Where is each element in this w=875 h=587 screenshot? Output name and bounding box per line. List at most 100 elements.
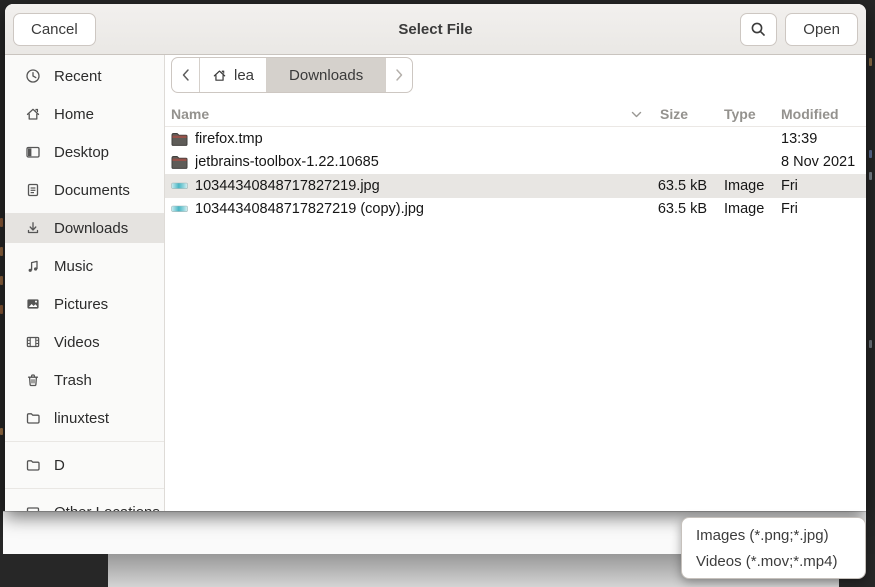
- pathbar-forward-button[interactable]: [386, 58, 412, 92]
- sidebar-item-label: Desktop: [54, 144, 109, 161]
- image-thumbnail-icon: [171, 182, 195, 190]
- sidebar-item-label: Videos: [54, 334, 100, 351]
- folder-icon: [171, 132, 195, 146]
- folder-icon: [25, 410, 41, 426]
- sidebar-item-label: Other Locations: [54, 504, 160, 512]
- file-modified: Fri: [773, 201, 866, 217]
- videos-icon: [25, 334, 41, 350]
- dialog-body: Recent Home Desktop: [5, 55, 866, 511]
- headerbar: Select File Cancel Open: [5, 4, 866, 55]
- chevron-right-icon: [395, 68, 404, 82]
- sidebar-item-label: Recent: [54, 68, 102, 85]
- file-type: Image: [716, 178, 773, 194]
- chevron-left-icon: [181, 68, 190, 82]
- pathbar-row: lea Downloads: [165, 55, 866, 97]
- sidebar-item-desktop[interactable]: Desktop: [5, 137, 164, 167]
- file-size: 63.5 kB: [652, 178, 716, 194]
- headerbar-actions: Open: [740, 13, 858, 46]
- column-header-type[interactable]: Type: [716, 106, 773, 122]
- file-browser-pane: lea Downloads: [165, 55, 866, 511]
- documents-icon: [25, 182, 41, 198]
- sidebar-item-trash[interactable]: Trash: [5, 365, 164, 395]
- file-row-jpg-copy[interactable]: 10344340848717827219 (copy).jpg 63.5 kB …: [165, 198, 866, 222]
- file-type: Image: [716, 201, 773, 217]
- file-size: 63.5 kB: [652, 201, 716, 217]
- trash-icon: [25, 372, 41, 388]
- file-name: 10344340848717827219 (copy).jpg: [195, 201, 652, 217]
- file-name: firefox.tmp: [195, 131, 652, 147]
- sidebar-item-linuxtest[interactable]: linuxtest: [5, 403, 164, 433]
- search-icon: [750, 21, 767, 38]
- list-column-headers: Name Size Type Modified: [165, 102, 866, 127]
- home-icon: [25, 106, 41, 122]
- file-modified: 13:39: [773, 131, 866, 147]
- file-row-firefox-tmp[interactable]: firefox.tmp 13:39: [165, 127, 866, 151]
- file-chooser-dialog: Select File Cancel Open: [5, 4, 866, 511]
- sidebar-item-label: Trash: [54, 372, 92, 389]
- background-fragment: [869, 150, 872, 158]
- sidebar-item-label: Home: [54, 106, 94, 123]
- file-modified: 8 Nov 2021: [773, 154, 866, 170]
- pathbar-segment-downloads[interactable]: Downloads: [267, 58, 386, 92]
- sidebar-separator: [5, 488, 164, 489]
- file-name: jetbrains-toolbox-1.22.10685: [195, 154, 652, 170]
- column-header-size[interactable]: Size: [652, 106, 716, 122]
- background-fragment: [0, 428, 3, 435]
- sidebar-item-label: linuxtest: [54, 410, 109, 427]
- sidebar-item-downloads[interactable]: Downloads: [5, 213, 164, 243]
- other-locations-icon: [25, 504, 41, 511]
- pathbar-segment-home[interactable]: lea: [200, 58, 267, 92]
- pathbar: lea Downloads: [171, 57, 413, 93]
- filter-option-videos[interactable]: Videos (*.mov;*.mp4): [682, 549, 865, 574]
- sort-descending-icon: [631, 111, 642, 118]
- folder-icon: [171, 155, 195, 169]
- recent-icon: [25, 68, 41, 84]
- image-thumbnail-icon: [171, 205, 195, 213]
- pathbar-home-label: lea: [234, 67, 254, 84]
- sidebar-separator: [5, 441, 164, 442]
- sidebar-item-documents[interactable]: Documents: [5, 175, 164, 205]
- file-row-jpg-selected[interactable]: 10344340848717827219.jpg 63.5 kB Image F…: [165, 174, 866, 198]
- pathbar-current-label: Downloads: [289, 67, 363, 84]
- column-header-modified[interactable]: Modified: [773, 106, 866, 122]
- desktop-icon: [25, 144, 41, 160]
- pathbar-back-button[interactable]: [172, 58, 200, 92]
- sidebar-item-label: Music: [54, 258, 93, 275]
- file-name: 10344340848717827219.jpg: [195, 178, 652, 194]
- downloads-icon: [25, 220, 41, 236]
- home-icon: [212, 68, 227, 83]
- sidebar-item-d[interactable]: D: [5, 450, 164, 480]
- background-fragment: [869, 172, 872, 180]
- filter-option-images[interactable]: Images (*.png;*.jpg): [682, 523, 865, 548]
- sidebar-item-pictures[interactable]: Pictures: [5, 289, 164, 319]
- pictures-icon: [25, 296, 41, 312]
- open-button[interactable]: Open: [785, 13, 858, 46]
- music-icon: [25, 258, 41, 274]
- background-fragment: [869, 58, 872, 66]
- sidebar-item-music[interactable]: Music: [5, 251, 164, 281]
- column-header-name[interactable]: Name: [171, 106, 652, 122]
- background-fragment: [0, 247, 3, 256]
- sidebar-item-label: Downloads: [54, 220, 128, 237]
- file-filter-menu: Images (*.png;*.jpg) Videos (*.mov;*.mp4…: [681, 517, 866, 579]
- search-button[interactable]: [740, 13, 777, 46]
- background-fragment: [869, 340, 872, 348]
- cancel-button[interactable]: Cancel: [13, 13, 96, 46]
- folder-icon: [25, 457, 41, 473]
- background-fragment: [0, 276, 3, 285]
- background-fragment: [0, 305, 3, 314]
- background-fragment: [0, 218, 3, 227]
- file-row-jetbrains-toolbox[interactable]: jetbrains-toolbox-1.22.10685 8 Nov 2021: [165, 151, 866, 175]
- dialog-title: Select File: [5, 21, 866, 38]
- sidebar-item-label: Documents: [54, 182, 130, 199]
- screen: Select File Cancel Open: [0, 0, 875, 587]
- places-sidebar: Recent Home Desktop: [5, 55, 165, 511]
- sidebar-item-other-locations[interactable]: Other Locations: [5, 497, 164, 511]
- column-name-label: Name: [171, 106, 209, 122]
- sidebar-item-recent[interactable]: Recent: [5, 61, 164, 91]
- sidebar-item-home[interactable]: Home: [5, 99, 164, 129]
- sidebar-item-label: Pictures: [54, 296, 108, 313]
- sidebar-item-label: D: [54, 457, 65, 474]
- sidebar-item-videos[interactable]: Videos: [5, 327, 164, 357]
- file-list: firefox.tmp 13:39 jetbrains-toolbox-1: [165, 127, 866, 511]
